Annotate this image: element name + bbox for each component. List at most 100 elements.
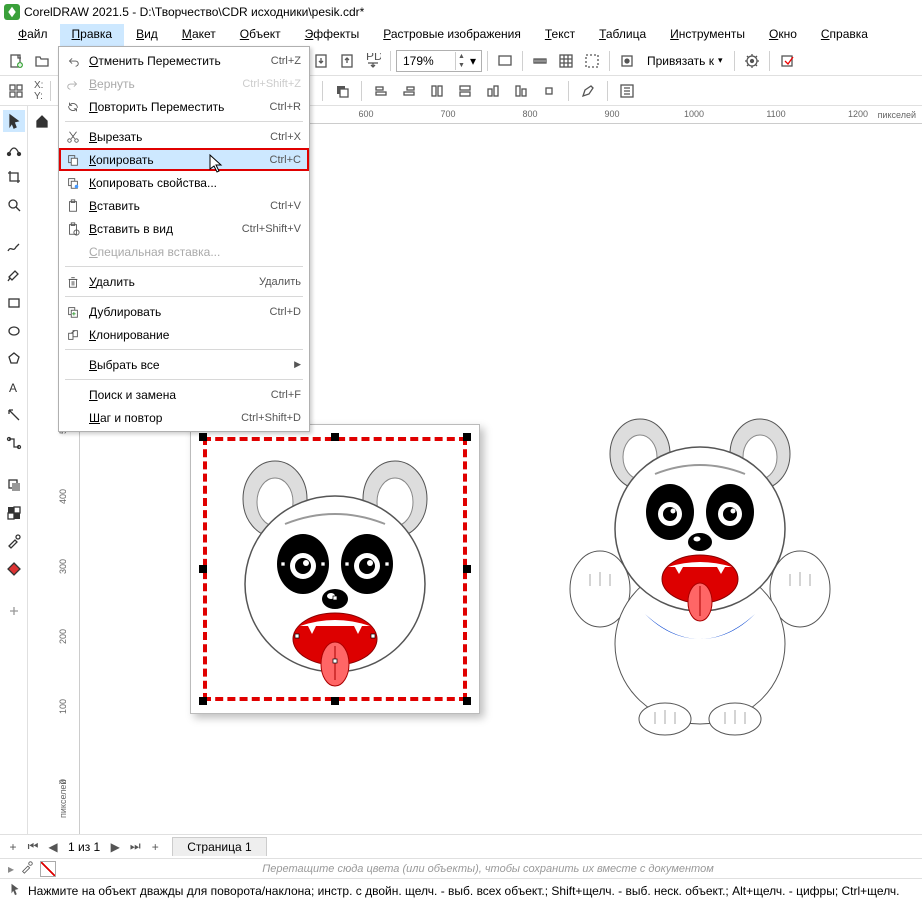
selection-handle[interactable] [463, 565, 471, 573]
menu-окно[interactable]: Окно [757, 24, 809, 46]
order-button[interactable] [330, 79, 354, 103]
last-page-button[interactable]: ⏭ [126, 838, 144, 856]
selection-handle[interactable] [199, 697, 207, 705]
add-tool-button[interactable] [3, 600, 25, 622]
menuitem-вырезать[interactable]: ВырезатьCtrl+X [59, 125, 309, 148]
shape-tool[interactable] [3, 138, 25, 160]
cursor-icon [8, 882, 22, 899]
selection-handle[interactable] [463, 433, 471, 441]
next-page-button[interactable]: ▶ [106, 838, 124, 856]
crop-tool[interactable] [3, 166, 25, 188]
menuitem-клонирование[interactable]: Клонирование [59, 323, 309, 346]
menu-инструменты[interactable]: Инструменты [658, 24, 757, 46]
menuitem-копировать[interactable]: КопироватьCtrl+C [59, 148, 309, 171]
page-counter: 1 из 1 [68, 840, 100, 854]
page-navigator: + ⏮ ◀ 1 из 1 ▶ ⏭ + Страница 1 [0, 834, 922, 858]
dimension-tool[interactable] [3, 404, 25, 426]
pdf-button[interactable]: PDF [361, 49, 385, 73]
menu-bar: ФайлПравкаВидМакетОбъектЭффектыРастровые… [0, 24, 922, 46]
launch-button[interactable] [775, 49, 799, 73]
wrap-button[interactable] [615, 79, 639, 103]
polygon-tool[interactable] [3, 348, 25, 370]
selection-handle[interactable] [331, 697, 339, 705]
align-button-2[interactable] [397, 79, 421, 103]
snap-dropdown[interactable]: Привязать к▾ [641, 54, 729, 68]
no-fill-icon[interactable] [40, 861, 56, 877]
menuitem-вставить[interactable]: ВставитьCtrl+V [59, 194, 309, 217]
align-button-3[interactable] [425, 79, 449, 103]
menu-правка[interactable]: Правка [60, 24, 125, 46]
add-page-button[interactable]: + [4, 838, 22, 856]
export-button[interactable] [335, 49, 359, 73]
page-tab[interactable]: Страница 1 [172, 837, 266, 856]
menuitem-удалить[interactable]: УдалитьУдалить [59, 270, 309, 293]
zoom-input[interactable] [403, 54, 453, 68]
selection-handle[interactable] [199, 433, 207, 441]
grid-button[interactable] [554, 49, 578, 73]
menu-объект[interactable]: Объект [228, 24, 293, 46]
menuitem-шаг-и-повтор[interactable]: Шаг и повторCtrl+Shift+D [59, 406, 309, 429]
menu-текст[interactable]: Текст [533, 24, 587, 46]
align-button-1[interactable] [369, 79, 393, 103]
transparency-tool[interactable] [3, 502, 25, 524]
fill-tool[interactable] [3, 558, 25, 580]
zoom-combo[interactable]: ▲▼ ▾ [396, 50, 482, 72]
dog-full-artwork [550, 414, 850, 744]
zoom-tool[interactable] [3, 194, 25, 216]
menu-растровые изображения[interactable]: Растровые изображения [371, 24, 533, 46]
menuitem-дублировать[interactable]: ДублироватьCtrl+D [59, 300, 309, 323]
dropshadow-tool[interactable] [3, 474, 25, 496]
text-tool[interactable]: A [3, 376, 25, 398]
palette-arrow-icon[interactable]: ▸ [8, 862, 14, 876]
align-button-6[interactable] [509, 79, 533, 103]
prev-page-button[interactable]: ◀ [44, 838, 62, 856]
selection-handle[interactable] [463, 697, 471, 705]
menu-вид[interactable]: Вид [124, 24, 170, 46]
add-page-after-button[interactable]: + [146, 838, 164, 856]
menu-макет[interactable]: Макет [170, 24, 228, 46]
y-label: Y: [34, 91, 43, 102]
menu-файл[interactable]: Файл [6, 24, 60, 46]
new-doc-button[interactable] [4, 49, 28, 73]
menuitem-поиск-и-замена[interactable]: Поиск и заменаCtrl+F [59, 383, 309, 406]
menuitem-вставить-в-вид[interactable]: Вставить в видCtrl+Shift+V [59, 217, 309, 240]
align-button-5[interactable] [481, 79, 505, 103]
menuitem-отменить-переместить[interactable]: Отменить ПереместитьCtrl+Z [59, 49, 309, 72]
dog-head-artwork [225, 454, 445, 694]
fullscreen-button[interactable] [493, 49, 517, 73]
eyedropper-tool[interactable] [3, 530, 25, 552]
rectangle-tool[interactable] [3, 292, 25, 314]
title-bar: CorelDRAW 2021.5 - D:\Творчество\CDR исх… [0, 0, 922, 24]
menuitem-повторить-переместить[interactable]: Повторить ПереместитьCtrl+R [59, 95, 309, 118]
menu-справка[interactable]: Справка [809, 24, 880, 46]
eyedropper-icon[interactable] [20, 860, 34, 877]
menuitem-выбрать-все[interactable]: Выбрать все▶ [59, 353, 309, 376]
menu-таблица[interactable]: Таблица [587, 24, 658, 46]
snap-icon[interactable] [615, 49, 639, 73]
pick-tool[interactable] [3, 110, 25, 132]
x-label: X: [34, 80, 43, 91]
outline-pen-button[interactable] [576, 79, 600, 103]
selection-handle[interactable] [199, 565, 207, 573]
align-button-7[interactable] [537, 79, 561, 103]
artistic-tool[interactable] [3, 264, 25, 286]
rulers-button[interactable] [528, 49, 552, 73]
import-button[interactable] [309, 49, 333, 73]
palette-hint: Перетащите сюда цвета (или объекты), что… [62, 863, 914, 875]
menuitem-копировать-свойства-[interactable]: Копировать свойства... [59, 171, 309, 194]
ellipse-tool[interactable] [3, 320, 25, 342]
align-button-4[interactable] [453, 79, 477, 103]
connector-tool[interactable] [3, 432, 25, 454]
window-title: CorelDRAW 2021.5 - D:\Творчество\CDR исх… [24, 5, 364, 19]
menu-эффекты[interactable]: Эффекты [293, 24, 372, 46]
selection-handle[interactable] [331, 433, 339, 441]
open-button[interactable] [30, 49, 54, 73]
app-logo-icon [4, 4, 20, 20]
options-button[interactable] [740, 49, 764, 73]
guides-button[interactable] [580, 49, 604, 73]
nav-toolbox [28, 106, 56, 834]
presets-button[interactable] [4, 79, 28, 103]
freehand-tool[interactable] [3, 236, 25, 258]
home-button[interactable] [31, 110, 53, 132]
first-page-button[interactable]: ⏮ [24, 838, 42, 856]
